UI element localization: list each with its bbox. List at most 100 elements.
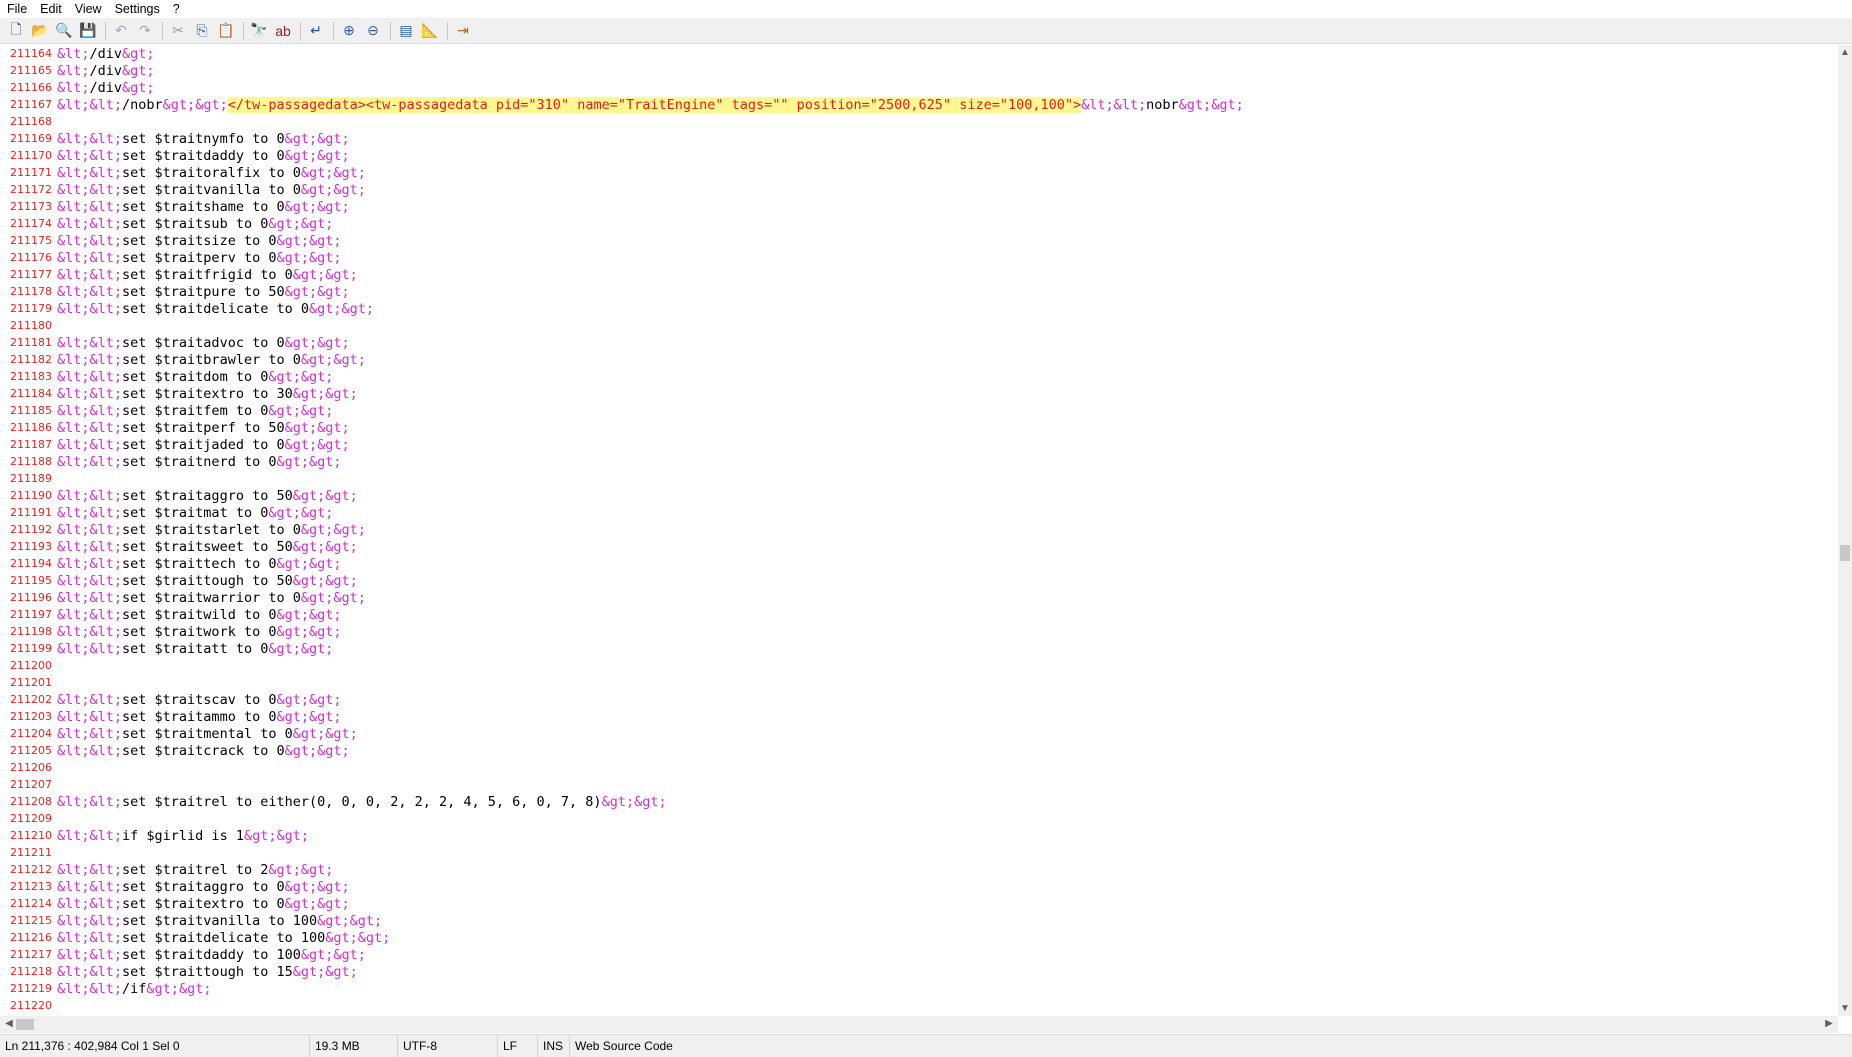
exit-icon[interactable]: ⇥ [452, 20, 474, 42]
code-line[interactable]: 211174 &lt;&lt;set $traitsub to 0&gt;&gt; [0, 215, 1838, 232]
code-line[interactable]: 211200 [0, 657, 1838, 674]
code-line[interactable]: 211169 &lt;&lt;set $traitnymfo to 0&gt;&g… [0, 130, 1838, 147]
browse-icon[interactable]: 🔍 [53, 20, 75, 42]
code-line[interactable]: 211206 [0, 759, 1838, 776]
code-line[interactable]: 211188 &lt;&lt;set $traitnerd to 0&gt;&gt… [0, 453, 1838, 470]
code-line[interactable]: 211170 &lt;&lt;set $traitdaddy to 0&gt;&g… [0, 147, 1838, 164]
code-line[interactable]: 211184 &lt;&lt;set $traitextro to 30&gt;&… [0, 385, 1838, 402]
code-line[interactable]: 211197 &lt;&lt;set $traitwild to 0&gt;&gt… [0, 606, 1838, 623]
code-entity: &lt; [89, 708, 123, 725]
line-number: 211211 [10, 846, 52, 859]
save-icon[interactable]: 💾 [77, 20, 99, 42]
vertical-scrollbar[interactable]: ▲ ▼ [1838, 45, 1852, 1016]
code-line[interactable]: 211207 [0, 776, 1838, 793]
code-line[interactable]: 211193 &lt;&lt;set $traitsweet to 50&gt;&… [0, 538, 1838, 555]
open-file-icon[interactable]: 📂 [29, 20, 51, 42]
code-line[interactable]: 211203 &lt;&lt;set $traitammo to 0&gt;&gt… [0, 708, 1838, 725]
code-line[interactable]: 211218 &lt;&lt;set $traittough to 15&gt;&… [0, 963, 1838, 980]
code-line[interactable]: 211220 [0, 997, 1838, 1014]
code-line[interactable]: 211209 [0, 810, 1838, 827]
code-line[interactable]: 211213 &lt;&lt;set $traitaggro to 0&gt;&g… [0, 878, 1838, 895]
code-line[interactable]: 211179 &lt;&lt;set $traitdelicate to 0&gt… [0, 300, 1838, 317]
code-entity: &gt; [243, 827, 277, 844]
code-line[interactable]: 211210 &lt;&lt;if $girlid is 1&gt;&gt; [0, 827, 1838, 844]
code-line[interactable]: 211192 &lt;&lt;set $traitstarlet to 0&gt;… [0, 521, 1838, 538]
scroll-up-icon[interactable]: ▲ [1838, 47, 1852, 58]
code-line[interactable]: 211216 &lt;&lt;set $traitdelicate to 100&… [0, 929, 1838, 946]
code-line[interactable]: 211204 &lt;&lt;set $traitmental to 0&gt;&… [0, 725, 1838, 742]
code-text: if $girlid is 1 [122, 827, 244, 844]
code-line[interactable]: 211196 &lt;&lt;set $traitwarrior to 0&gt;… [0, 589, 1838, 606]
code-text: /div [89, 79, 123, 96]
code-line[interactable]: 211183 &lt;&lt;set $traitdom to 0&gt;&gt; [0, 368, 1838, 385]
code-line[interactable]: 211168 [0, 113, 1838, 130]
code-line[interactable]: 211219 &lt;&lt;/if&gt;&gt; [0, 980, 1838, 997]
redo-icon[interactable]: ↷ [134, 20, 156, 42]
code-line[interactable]: 211189 [0, 470, 1838, 487]
code-line[interactable]: 211164 &lt;/div&gt; [0, 45, 1838, 62]
code-line[interactable]: 211186 &lt;&lt;set $traitperf to 50&gt;&g… [0, 419, 1838, 436]
code-line[interactable]: 211215 &lt;&lt;set $traitvanilla to 100&g… [0, 912, 1838, 929]
scroll-down-icon[interactable]: ▼ [1838, 1003, 1852, 1014]
copy-icon[interactable]: ⎘ [191, 20, 213, 42]
editor[interactable]: 211164 &lt;/div&gt; 211165 &lt;/div&gt; 2111… [0, 45, 1838, 1016]
status-eol[interactable]: LF [498, 1035, 538, 1057]
code-line[interactable]: 211199 &lt;&lt;set $traitatt to 0&gt;&gt; [0, 640, 1838, 657]
scroll-left-icon[interactable]: ◀ [2, 1018, 16, 1029]
code-line[interactable]: 211195 &lt;&lt;set $traittough to 50&gt;&… [0, 572, 1838, 589]
code-line[interactable]: 211173 &lt;&lt;set $traitshame to 0&gt;&g… [0, 198, 1838, 215]
menu-file[interactable]: File [0, 2, 33, 16]
code-line[interactable]: 211194 &lt;&lt;set $traittech to 0&gt;&gt… [0, 555, 1838, 572]
code-text: set $traitvanilla to 100 [122, 912, 318, 929]
find-icon[interactable]: 🔭 [248, 20, 270, 42]
code-line[interactable]: 211214 &lt;&lt;set $traitextro to 0&gt;&g… [0, 895, 1838, 912]
view-schemes-icon[interactable]: ▤ [395, 20, 417, 42]
code-line[interactable]: 211182 &lt;&lt;set $traitbrawler to 0&gt;… [0, 351, 1838, 368]
menu-edit[interactable]: Edit [33, 2, 68, 16]
horizontal-scroll-thumb[interactable] [16, 1019, 34, 1030]
code-line[interactable]: 211178 &lt;&lt;set $traitpure to 50&gt;&g… [0, 283, 1838, 300]
code-line[interactable]: 211187 &lt;&lt;set $traitjaded to 0&gt;&g… [0, 436, 1838, 453]
status-encoding[interactable]: UTF-8 [398, 1035, 498, 1057]
code-line[interactable]: 211176 &lt;&lt;set $traitperv to 0&gt;&gt… [0, 249, 1838, 266]
code-line[interactable]: 211185 &lt;&lt;set $traitfem to 0&gt;&gt; [0, 402, 1838, 419]
undo-icon[interactable]: ↶ [110, 20, 132, 42]
code-line[interactable]: 211171 &lt;&lt;set $traitoralfix to 0&gt;… [0, 164, 1838, 181]
code-line[interactable]: 211177 &lt;&lt;set $traitfrigid to 0&gt;&… [0, 266, 1838, 283]
code-line[interactable]: 211208 &lt;&lt;set $traitrel to either(0,… [0, 793, 1838, 810]
code-line[interactable]: 211172 &lt;&lt;set $traitvanilla to 0&gt;… [0, 181, 1838, 198]
status-insert-mode[interactable]: INS [538, 1035, 570, 1057]
code-line[interactable]: 211211 [0, 844, 1838, 861]
code-line[interactable]: 211180 [0, 317, 1838, 334]
status-lexer[interactable]: Web Source Code [570, 1035, 678, 1057]
code-line[interactable]: 211175 &lt;&lt;set $traitsize to 0&gt;&gt… [0, 232, 1838, 249]
new-file-icon[interactable]: 🗋 [5, 20, 27, 42]
code-line[interactable]: 211217 &lt;&lt;set $traitdaddy to 100&gt;… [0, 946, 1838, 963]
replace-icon[interactable]: ab [272, 20, 294, 42]
menu-settings[interactable]: Settings [108, 2, 166, 16]
zoom-in-icon[interactable]: ⊕ [338, 20, 360, 42]
menu-help[interactable]: ? [166, 2, 186, 16]
word-wrap-icon[interactable]: ↵ [305, 20, 327, 42]
vertical-scroll-thumb[interactable] [1840, 545, 1850, 561]
paste-icon[interactable]: 📋 [215, 20, 237, 42]
horizontal-scrollbar[interactable]: ◀ ▶ [0, 1016, 1838, 1033]
code-entity: &lt; [57, 487, 90, 504]
code-line[interactable]: 211212 &lt;&lt;set $traitrel to 2&gt;&gt; [0, 861, 1838, 878]
code-line[interactable]: 211198 &lt;&lt;set $traitwork to 0&gt;&gt… [0, 623, 1838, 640]
zoom-out-icon[interactable]: ⊖ [362, 20, 384, 42]
code-line[interactable]: 211166 &lt;/div&gt; [0, 79, 1838, 96]
scroll-right-icon[interactable]: ▶ [1822, 1018, 1836, 1029]
code-line[interactable]: 211201 [0, 674, 1838, 691]
code-line[interactable]: 211190 &lt;&lt;set $traitaggro to 50&gt;&… [0, 487, 1838, 504]
code-entity: &gt; [276, 708, 309, 725]
code-line[interactable]: 211167 &lt;&lt;/nobr&gt;&gt; </tw-passaged… [0, 96, 1838, 113]
code-line[interactable]: 211191 &lt;&lt;set $traitmat to 0&gt;&gt; [0, 504, 1838, 521]
menu-view[interactable]: View [68, 2, 108, 16]
cut-icon[interactable]: ✂ [167, 20, 189, 42]
code-line[interactable]: 211202 &lt;&lt;set $traitscav to 0&gt;&gt… [0, 691, 1838, 708]
code-line[interactable]: 211205 &lt;&lt;set $traitcrack to 0&gt;&g… [0, 742, 1838, 759]
customize-icon[interactable]: 📐 [419, 20, 441, 42]
code-line[interactable]: 211165 &lt;/div&gt; [0, 62, 1838, 79]
code-line[interactable]: 211181 &lt;&lt;set $traitadvoc to 0&gt;&g… [0, 334, 1838, 351]
